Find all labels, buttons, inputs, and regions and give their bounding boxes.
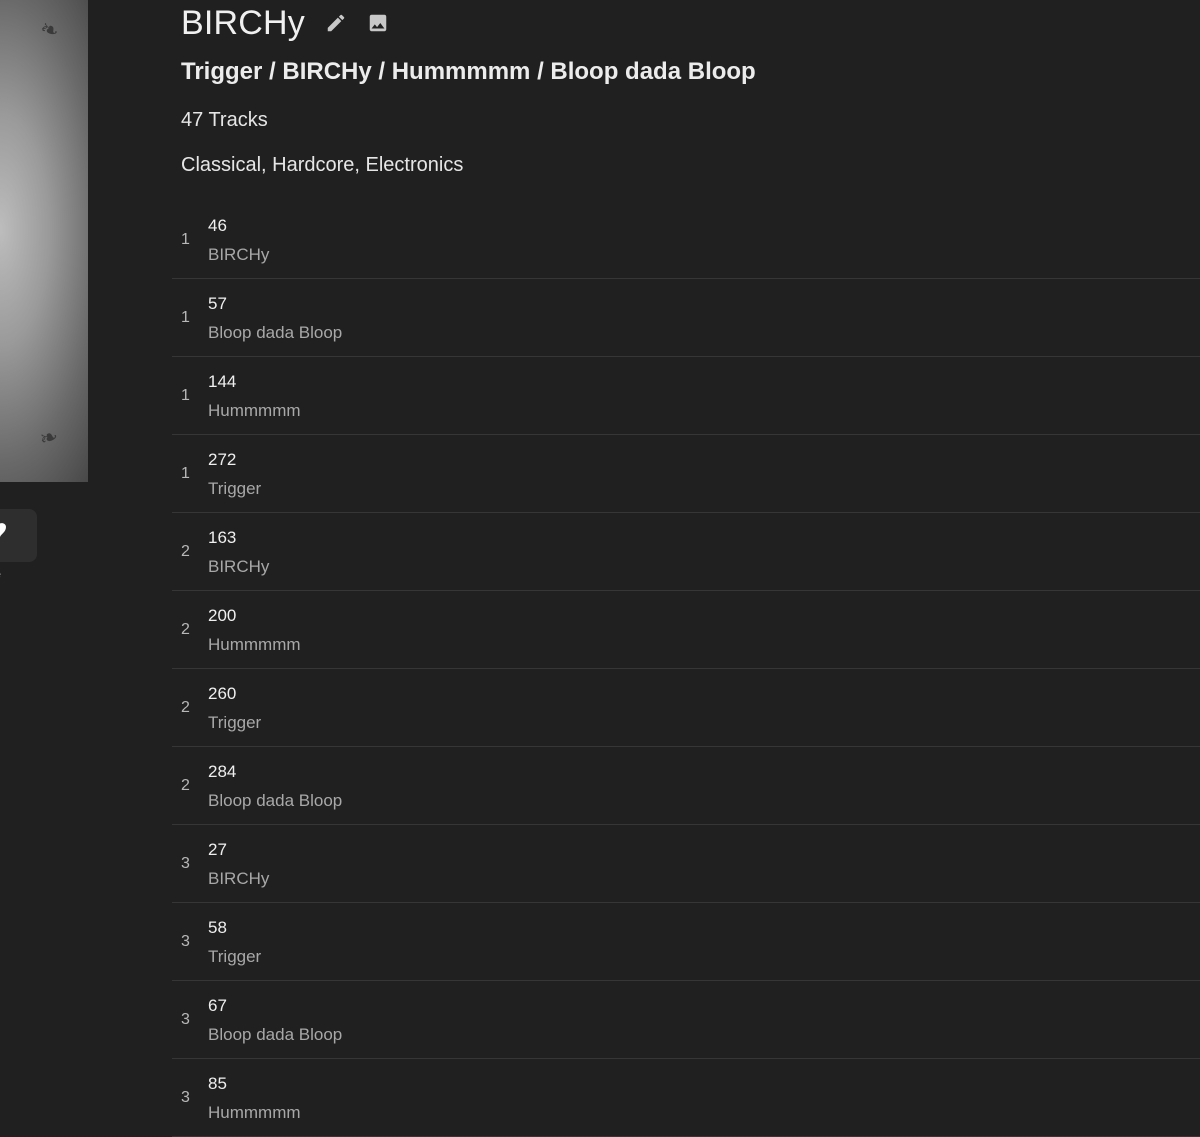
track-title: 58 <box>208 918 227 937</box>
playlist-artists: Trigger / BIRCHy / Hummmmm / Bloop dada … <box>181 58 756 85</box>
track-row[interactable]: 3 85 Hummmmm <box>172 1059 1200 1137</box>
track-artist: BIRCHy <box>208 557 270 576</box>
track-row[interactable]: 2 163 BIRCHy <box>172 513 1200 591</box>
track-number: 3 <box>181 1011 190 1028</box>
track-title: 163 <box>208 528 237 547</box>
track-title: 46 <box>208 216 227 235</box>
track-title: 200 <box>208 606 237 625</box>
track-artist: Trigger <box>208 947 262 966</box>
ornament-icon: ❧ <box>36 424 62 453</box>
track-number: 1 <box>181 465 190 482</box>
track-row[interactable]: 1 272 Trigger <box>172 435 1200 513</box>
track-title: 272 <box>208 450 237 469</box>
favorite-label: rite <box>0 566 1 584</box>
track-artist: Bloop dada Bloop <box>208 1025 343 1044</box>
track-number: 3 <box>181 855 190 872</box>
track-artist: Hummmmm <box>208 401 301 420</box>
track-row[interactable]: 3 67 Bloop dada Bloop <box>172 981 1200 1059</box>
track-artist: BIRCHy <box>208 245 270 264</box>
track-artist: Bloop dada Bloop <box>208 323 343 342</box>
track-number: 1 <box>181 231 190 248</box>
edit-button[interactable] <box>325 12 347 34</box>
track-row[interactable]: 1 57 Bloop dada Bloop <box>172 279 1200 357</box>
track-list: 1 46 BIRCHy 1 57 Bloop dada Bloop 1 144 … <box>172 201 1200 1137</box>
track-row[interactable]: 2 200 Hummmmm <box>172 591 1200 669</box>
track-title: 144 <box>208 372 237 391</box>
track-artist: Hummmmm <box>208 635 301 654</box>
track-row[interactable]: 2 260 Trigger <box>172 669 1200 747</box>
track-row[interactable]: 3 27 BIRCHy <box>172 825 1200 903</box>
track-artist: Bloop dada Bloop <box>208 791 343 810</box>
track-artist: Trigger <box>208 713 262 732</box>
track-row[interactable]: 1 46 BIRCHy <box>172 201 1200 279</box>
ornament-icon: ❧ <box>36 15 63 46</box>
heart-icon <box>0 523 6 537</box>
genre-list: Classical, Hardcore, Electronics <box>181 154 464 176</box>
track-title: 27 <box>208 840 227 859</box>
track-number: 2 <box>181 621 190 638</box>
track-row[interactable]: 2 284 Bloop dada Bloop <box>172 747 1200 825</box>
pencil-icon <box>327 14 345 32</box>
playlist-cover-art: ❧ ❧ <box>0 0 88 482</box>
track-title: 284 <box>208 762 237 781</box>
track-row[interactable]: 1 144 Hummmmm <box>172 357 1200 435</box>
track-artist: Trigger <box>208 479 262 498</box>
playlist-page: ❧ ❧ rite BIRCHy Trigger / BIRCHy / Hummm… <box>0 0 1200 1137</box>
track-number: 1 <box>181 387 190 404</box>
track-number: 2 <box>181 777 190 794</box>
title-row: BIRCHy <box>181 2 389 44</box>
track-title: 57 <box>208 294 227 313</box>
track-number: 2 <box>181 699 190 716</box>
track-number: 1 <box>181 309 190 326</box>
track-number: 3 <box>181 933 190 950</box>
track-count: 47 Tracks <box>181 109 268 131</box>
page-title: BIRCHy <box>181 3 305 42</box>
track-title: 260 <box>208 684 237 703</box>
track-artist: Hummmmm <box>208 1103 301 1122</box>
track-title: 85 <box>208 1074 227 1093</box>
image-icon <box>369 14 387 32</box>
track-artist: BIRCHy <box>208 869 270 888</box>
track-number: 3 <box>181 1089 190 1106</box>
track-number: 2 <box>181 543 190 560</box>
track-title: 67 <box>208 996 227 1015</box>
change-image-button[interactable] <box>367 12 389 34</box>
track-row[interactable]: 3 58 Trigger <box>172 903 1200 981</box>
favorite-button[interactable] <box>0 509 37 562</box>
